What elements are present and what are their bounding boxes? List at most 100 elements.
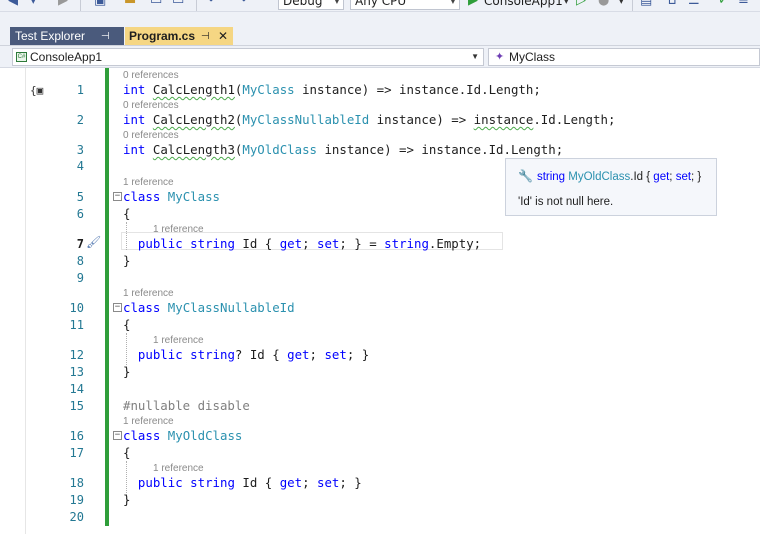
line-number: 2 (76, 113, 84, 127)
toolbar-separator (80, 0, 81, 11)
code-text: instance) => instance.Id.Length; (294, 82, 541, 97)
pin-icon[interactable]: ⊣ (201, 27, 210, 46)
member-text: .Id { (630, 171, 654, 183)
code-text: .Empty; (428, 236, 482, 251)
line-number: 3 (76, 143, 84, 157)
line-number: 8 (76, 254, 84, 268)
save-icon[interactable]: ▭ (150, 0, 162, 8)
project-dropdown[interactable]: C# ConsoleApp1 ▼ (12, 48, 484, 66)
line-number: 1 (76, 83, 84, 97)
configuration-dropdown[interactable]: Debug ▼ (278, 0, 344, 10)
code-text: ? Id { (234, 347, 288, 362)
line-number: 12 (69, 348, 84, 362)
code-text: ; } (346, 347, 370, 362)
codelens-references[interactable]: 1 reference (153, 335, 204, 346)
solution-explorer-icon[interactable]: ⌂ (668, 0, 676, 8)
toolbar-separator (632, 0, 633, 11)
open-folder-icon[interactable]: ▬ (124, 0, 136, 8)
start-icon[interactable]: ▶ (468, 0, 478, 8)
codelens-references[interactable]: 1 reference (123, 288, 174, 299)
nav-back-icon[interactable]: ◀ (8, 0, 18, 8)
line-number: 6 (76, 207, 84, 221)
code-line[interactable]: int CalcLength2(MyClassNullableId instan… (123, 112, 615, 128)
keyword: string (190, 475, 235, 490)
code-line[interactable]: class MyOldClass (123, 428, 242, 444)
document-tab-strip: Test Explorer ⊣ Program.cs ⊣ ✕ (0, 12, 760, 46)
code-line[interactable]: } (123, 253, 130, 269)
tab-program-cs[interactable]: Program.cs ⊣ ✕ (125, 27, 233, 46)
keyword: string (536, 171, 566, 183)
keyword: class (123, 428, 161, 443)
code-line[interactable]: int CalcLength1(MyClass instance) => ins… (123, 82, 541, 98)
line-number: 18 (69, 476, 84, 490)
codelens-references[interactable]: 1 reference (153, 224, 204, 235)
record-icon[interactable]: ● (598, 0, 609, 8)
line-number: 19 (69, 493, 84, 507)
start-without-debug-icon[interactable]: ▷ (576, 0, 586, 8)
new-item-icon[interactable]: ▣ (94, 0, 106, 8)
nav-dropdown-icon[interactable]: ▾ (30, 0, 37, 8)
code-line[interactable]: { (123, 206, 130, 222)
code-text: ; (309, 347, 325, 362)
close-icon[interactable]: ✕ (218, 27, 228, 46)
chevron-down-icon: ▼ (449, 0, 456, 5)
keyword: set (675, 171, 692, 183)
codelens-references[interactable]: 1 reference (123, 416, 174, 427)
navigation-bar: C# ConsoleApp1 ▼ ✦ MyClass (0, 46, 760, 68)
undo-icon[interactable]: ↶ (208, 0, 219, 8)
start-target-label[interactable]: ConsoleApp1 (484, 0, 563, 8)
fold-toggle[interactable]: − (113, 192, 122, 201)
codelens-references[interactable]: 1 reference (153, 463, 204, 474)
code-line[interactable]: public string Id { get; set; } (123, 475, 362, 491)
tab-label: Program.cs (129, 29, 196, 43)
quick-actions-brush-icon[interactable]: 🖌 (86, 235, 101, 249)
code-line[interactable]: public string Id { get; set; } = string.… (123, 236, 481, 252)
comment-icon[interactable]: ≡ (738, 0, 749, 8)
type-name: MyOldClass (167, 428, 243, 443)
line-number: 16 (69, 429, 84, 443)
code-line[interactable]: } (123, 492, 130, 508)
code-line[interactable]: } (123, 364, 130, 380)
checkmark-icon[interactable]: ✓ (718, 0, 729, 8)
preprocessor-directive[interactable]: #nullable disable (123, 398, 250, 414)
chevron-down-icon: ▼ (333, 0, 340, 5)
keyword: int (123, 82, 146, 97)
properties-icon[interactable]: ☰ (688, 0, 700, 8)
code-line[interactable]: class MyClassNullableId (123, 300, 295, 316)
start-dropdown-icon[interactable]: ▾ (563, 0, 570, 8)
pin-icon[interactable]: ⊣ (101, 27, 110, 46)
tab-test-explorer[interactable]: Test Explorer ⊣ (10, 27, 124, 46)
line-number: 17 (69, 446, 84, 460)
dropdown-icon[interactable]: ▾ (618, 0, 625, 8)
line-number: 4 (76, 159, 84, 173)
codelens-references[interactable]: 0 references (123, 130, 179, 141)
warning-squiggle: instance (473, 112, 534, 127)
code-text: Id { (234, 475, 280, 490)
platform-dropdown[interactable]: Any CPU ▼ (350, 0, 460, 10)
code-line[interactable]: { (123, 445, 130, 461)
fold-toggle[interactable]: − (113, 431, 122, 440)
type-dropdown[interactable]: ✦ MyClass (488, 48, 760, 66)
keyword: set (317, 475, 340, 490)
quick-info-tooltip: 🔧 string MyOldClass.Id { get; set; } 'Id'… (505, 158, 717, 216)
type-name[interactable]: MyOldClass (568, 171, 630, 183)
nav-forward-icon[interactable]: ▶ (58, 0, 68, 8)
code-line[interactable]: class MyClass (123, 189, 220, 205)
codelens-references[interactable]: 0 references (123, 70, 179, 81)
browser-link-icon[interactable]: ▤ (640, 0, 652, 8)
keyword: public (137, 347, 183, 362)
redo-icon[interactable]: ↷ (236, 0, 247, 8)
codelens-references[interactable]: 1 reference (123, 177, 174, 188)
code-line[interactable]: int CalcLength3(MyOldClass instance) => … (123, 142, 563, 158)
code-text: ; (302, 236, 317, 251)
codelens-references[interactable]: 0 references (123, 100, 179, 111)
type-name: MyClass (167, 189, 220, 204)
code-line[interactable]: { (123, 317, 130, 333)
fold-toggle[interactable]: − (113, 303, 122, 312)
code-editor[interactable]: {▣ 🖌 1 2 3 4 5 6 7 8 9 10 11 12 13 14 15… (0, 68, 760, 534)
chevron-down-icon: ▼ (471, 52, 479, 61)
tooltip-signature: 🔧 string MyOldClass.Id { get; set; } (518, 169, 701, 183)
save-all-icon[interactable]: ▭ (172, 0, 184, 8)
type-name: MyOldClass (242, 142, 317, 157)
code-line[interactable]: public string? Id { get; set; } (123, 347, 369, 363)
